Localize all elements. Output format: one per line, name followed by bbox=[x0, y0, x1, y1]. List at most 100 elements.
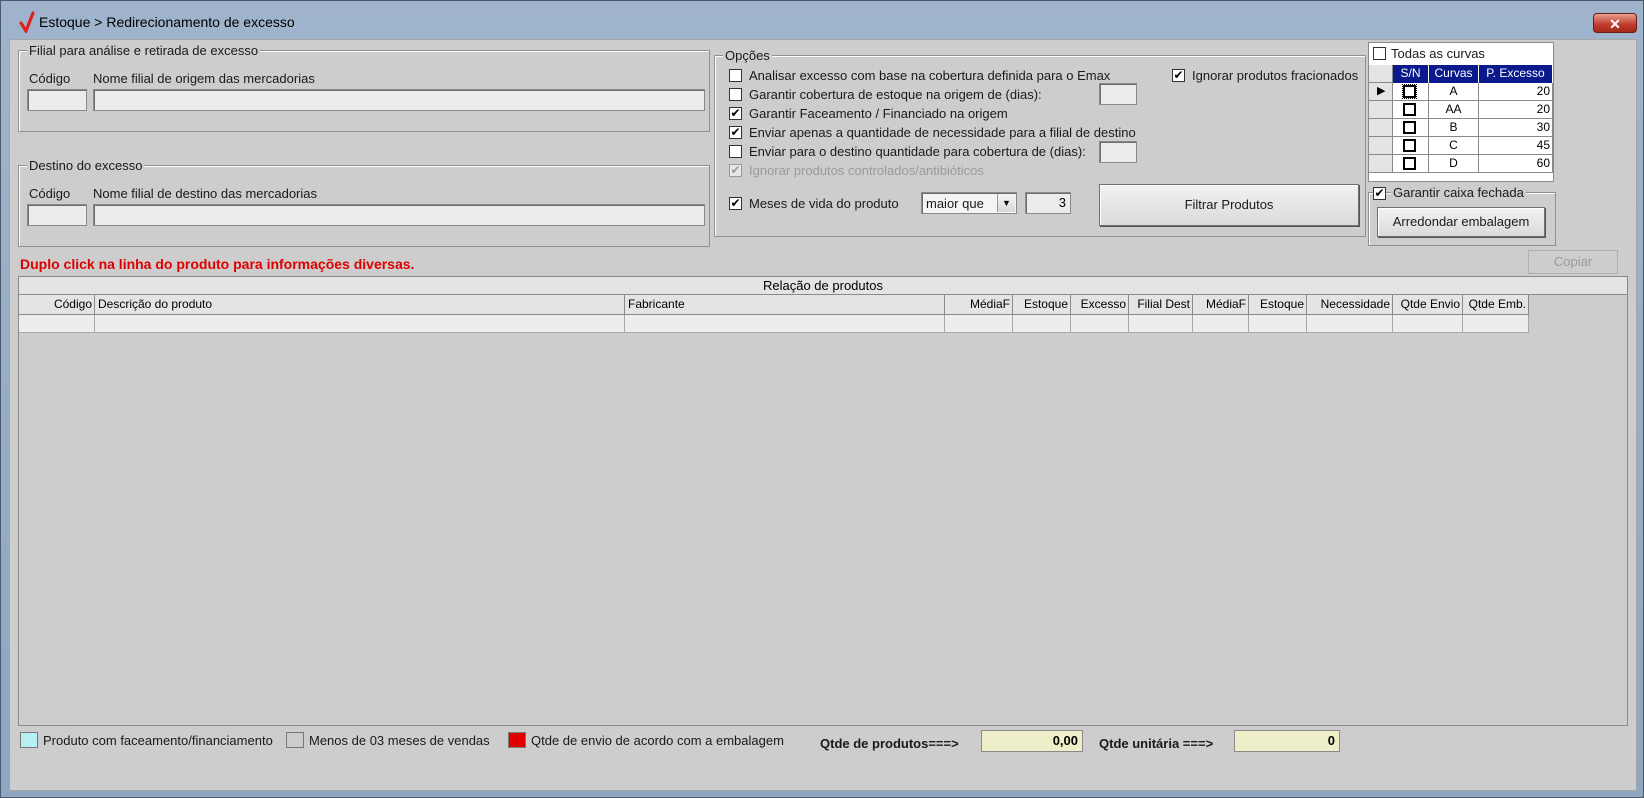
application-window: Estoque > Redirecionamento de excesso ✕ … bbox=[0, 0, 1644, 798]
curva-b-excesso[interactable]: 30 bbox=[1479, 119, 1553, 137]
curva-d-excesso[interactable]: 60 bbox=[1479, 155, 1553, 173]
curva-c-name[interactable]: C bbox=[1429, 137, 1479, 155]
col-header-codigo[interactable]: Código bbox=[19, 295, 95, 315]
opcao-0-checkbox[interactable] bbox=[729, 69, 742, 82]
curvas-panel: Todas as curvas S/N Curvas P. Excesso ▶ … bbox=[1368, 42, 1554, 182]
arredondar-embalagem-button[interactable]: Arredondar embalagem bbox=[1377, 207, 1545, 237]
cell-descricao[interactable] bbox=[95, 315, 625, 333]
col-header-mediaf-dest[interactable]: MédiaF bbox=[1193, 295, 1249, 315]
qtde-unitaria-label: Qtde unitária ===> bbox=[1099, 736, 1214, 751]
curva-a-name[interactable]: A bbox=[1429, 83, 1479, 101]
curva-b-name[interactable]: B bbox=[1429, 119, 1479, 137]
todas-curvas-label[interactable]: Todas as curvas bbox=[1391, 46, 1485, 61]
origem-codigo-label: Código bbox=[29, 71, 71, 86]
app-logo-icon bbox=[19, 11, 35, 33]
garantir-caixa-checkbox[interactable]: ✔ bbox=[1373, 187, 1386, 200]
table-row[interactable] bbox=[19, 315, 1529, 333]
curva-d-sn-cell[interactable] bbox=[1393, 155, 1429, 173]
todas-curvas-checkbox[interactable] bbox=[1373, 47, 1386, 60]
cell-fabricante[interactable] bbox=[625, 315, 945, 333]
col-header-estoque[interactable]: Estoque bbox=[1013, 295, 1071, 315]
origem-codigo-input[interactable] bbox=[27, 89, 87, 111]
close-button[interactable]: ✕ bbox=[1593, 13, 1637, 33]
ignorar-fracionados-label[interactable]: Ignorar produtos fracionados bbox=[1192, 68, 1358, 83]
filtrar-produtos-button[interactable]: Filtrar Produtos bbox=[1099, 184, 1359, 226]
cell-mediaf-dest[interactable] bbox=[1193, 315, 1249, 333]
cell-qtde-envio[interactable] bbox=[1393, 315, 1463, 333]
col-header-qtde-envio[interactable]: Qtde Envio bbox=[1393, 295, 1463, 315]
destino-codigo-label: Código bbox=[29, 186, 71, 201]
col-header-qtde-emb[interactable]: Qtde Emb. bbox=[1463, 295, 1529, 315]
col-header-filial-dest[interactable]: Filial Dest bbox=[1129, 295, 1193, 315]
cell-excesso[interactable] bbox=[1071, 315, 1129, 333]
meses-operador-select[interactable]: maior que ▼ bbox=[921, 192, 1017, 214]
col-header-descricao[interactable]: Descrição do produto bbox=[95, 295, 625, 315]
row-header-cell bbox=[1369, 137, 1393, 155]
produtos-grid[interactable]: Relação de produtos Código Descrição do … bbox=[18, 276, 1628, 726]
row-header-cell bbox=[1369, 119, 1393, 137]
opcao-1-label[interactable]: Garantir cobertura de estoque na origem … bbox=[749, 87, 1042, 102]
cell-codigo[interactable] bbox=[19, 315, 95, 333]
curva-c-sn-cell[interactable] bbox=[1393, 137, 1429, 155]
meses-vida-label[interactable]: Meses de vida do produto bbox=[749, 196, 899, 211]
curva-d-name[interactable]: D bbox=[1429, 155, 1479, 173]
curva-b-sn-cell[interactable] bbox=[1393, 119, 1429, 137]
col-header-estoque-dest[interactable]: Estoque bbox=[1249, 295, 1307, 315]
cell-filial-dest[interactable] bbox=[1129, 315, 1193, 333]
destino-group: Destino do excesso Código Nome filial de… bbox=[18, 158, 710, 247]
curva-aa-sn-cell[interactable] bbox=[1393, 101, 1429, 119]
cobertura-destino-input[interactable] bbox=[1099, 141, 1137, 163]
ignorar-fracionados-checkbox[interactable]: ✔ bbox=[1172, 69, 1185, 82]
form-client-area: Filial para análise e retirada de excess… bbox=[9, 39, 1637, 791]
destino-codigo-input[interactable] bbox=[27, 204, 87, 226]
curva-aa-excesso[interactable]: 20 bbox=[1479, 101, 1553, 119]
opcao-5-checkbox: ✔ bbox=[729, 163, 742, 177]
curva-a-checkbox[interactable] bbox=[1402, 84, 1417, 99]
curva-a-excesso[interactable]: 20 bbox=[1479, 83, 1553, 101]
opcao-3-label[interactable]: Enviar apenas a quantidade de necessidad… bbox=[749, 125, 1136, 140]
opcao-2-label[interactable]: Garantir Faceamento / Financiado na orig… bbox=[749, 106, 1008, 121]
opcao-4-checkbox[interactable] bbox=[729, 145, 742, 158]
meses-vida-checkbox[interactable]: ✔ bbox=[729, 197, 742, 210]
curva-c-excesso[interactable]: 45 bbox=[1479, 137, 1553, 155]
col-header-mediaf[interactable]: MédiaF bbox=[945, 295, 1013, 315]
title-bar: Estoque > Redirecionamento de excesso ✕ bbox=[9, 7, 1637, 35]
grid-caption: Relação de produtos bbox=[19, 277, 1627, 295]
col-header-fabricante[interactable]: Fabricante bbox=[625, 295, 945, 315]
cell-estoque-dest[interactable] bbox=[1249, 315, 1307, 333]
col-header-excesso[interactable]: Excesso bbox=[1071, 295, 1129, 315]
curva-b-checkbox[interactable] bbox=[1403, 121, 1416, 134]
curvas-header-curvas[interactable]: Curvas bbox=[1429, 65, 1479, 83]
opcao-0-label[interactable]: Analisar excesso com base na cobertura d… bbox=[749, 68, 1110, 83]
garantir-caixa-label[interactable]: Garantir caixa fechada bbox=[1391, 185, 1526, 200]
opcao-4-label[interactable]: Enviar para o destino quantidade para co… bbox=[749, 144, 1086, 159]
origem-nome-input[interactable] bbox=[93, 89, 705, 111]
qtde-unitaria-value: 0 bbox=[1234, 730, 1340, 752]
opcao-1-checkbox[interactable] bbox=[729, 88, 742, 101]
opcao-2-checkbox[interactable]: ✔ bbox=[729, 107, 742, 120]
origem-nome-label: Nome filial de origem das mercadorias bbox=[93, 71, 315, 86]
curva-d-checkbox[interactable] bbox=[1403, 157, 1416, 170]
cell-qtde-emb[interactable] bbox=[1463, 315, 1529, 333]
curvas-header-sn[interactable]: S/N bbox=[1393, 65, 1429, 83]
curvas-header-excesso[interactable]: P. Excesso bbox=[1479, 65, 1553, 83]
origem-group: Filial para análise e retirada de excess… bbox=[18, 43, 710, 132]
col-header-necessidade[interactable]: Necessidade bbox=[1307, 295, 1393, 315]
curva-a-sn-cell[interactable] bbox=[1393, 83, 1429, 101]
chevron-down-icon[interactable]: ▼ bbox=[997, 194, 1015, 212]
meses-vida-input[interactable]: 3 bbox=[1025, 192, 1071, 214]
cell-mediaf[interactable] bbox=[945, 315, 1013, 333]
curva-c-checkbox[interactable] bbox=[1403, 139, 1416, 152]
opcao-3-checkbox[interactable]: ✔ bbox=[729, 126, 742, 139]
destino-nome-input[interactable] bbox=[93, 204, 705, 226]
legend-label-faceamento: Produto com faceamento/financiamento bbox=[43, 733, 273, 748]
cell-estoque[interactable] bbox=[1013, 315, 1071, 333]
curva-aa-checkbox[interactable] bbox=[1403, 103, 1416, 116]
cobertura-origem-input[interactable] bbox=[1099, 83, 1137, 105]
legend-swatch-embalagem bbox=[508, 732, 526, 748]
cell-necessidade[interactable] bbox=[1307, 315, 1393, 333]
origem-legend: Filial para análise e retirada de excess… bbox=[27, 43, 261, 58]
copiar-button[interactable]: Copiar bbox=[1528, 250, 1618, 274]
curva-aa-name[interactable]: AA bbox=[1429, 101, 1479, 119]
row-pointer-icon: ▶ bbox=[1369, 83, 1393, 101]
